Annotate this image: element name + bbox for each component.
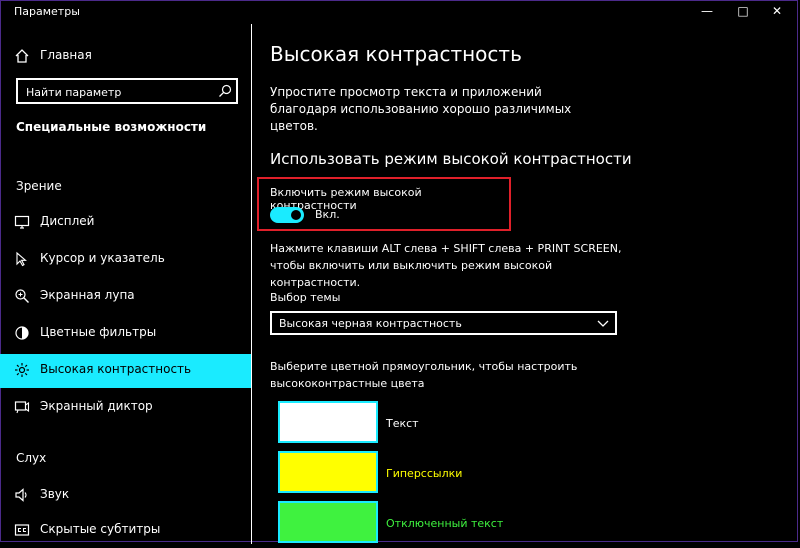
toggle-knob — [291, 210, 301, 220]
swatch-text[interactable] — [278, 401, 378, 443]
sidebar-item-label: Цветные фильтры — [40, 325, 157, 339]
search-box[interactable] — [16, 78, 238, 104]
sidebar-item-home[interactable]: Главная — [0, 44, 251, 70]
maximize-button[interactable]: □ — [733, 3, 753, 19]
swatch-label-hyperlinks: Гиперссылки — [386, 467, 463, 480]
cursor-icon — [16, 251, 27, 267]
high-contrast-toggle[interactable] — [270, 207, 304, 223]
page-title: Высокая контрастность — [270, 42, 522, 66]
close-button[interactable]: ✕ — [767, 3, 787, 19]
speaker-icon — [15, 488, 27, 502]
sidebar-item-cursor[interactable]: Курсор и указатель — [0, 243, 251, 277]
high-contrast-toggle-group: Включить режим высокой контрастности Вкл… — [257, 177, 511, 231]
sidebar-item-label: Экранный диктор — [40, 399, 153, 413]
page-description: Упростите просмотр текста и приложений б… — [270, 85, 572, 133]
sidebar-item-label: Главная — [40, 48, 92, 62]
theme-label: Выбор темы — [270, 291, 341, 304]
swatch-label-disabled-text: Отключенный текст — [386, 517, 504, 530]
sidebar-item-narrator[interactable]: Экранный диктор — [0, 391, 251, 425]
display-icon — [14, 215, 30, 229]
theme-select-value: Высокая черная контрастность — [279, 317, 462, 330]
color-hint: Выберите цветной прямоугольник, чтобы на… — [270, 360, 578, 390]
sidebar-item-label: Звук — [40, 487, 70, 501]
swatch-hyperlinks[interactable] — [278, 451, 378, 493]
sidebar: Главная Специальные возможности Зрение Д… — [0, 24, 252, 544]
swatch-label-text: Текст — [386, 417, 419, 430]
toggle-label: Включить режим высокой контрастности — [270, 186, 422, 212]
toggle-state: Вкл. — [315, 208, 340, 221]
sidebar-item-sound[interactable]: Звук — [0, 479, 251, 513]
high-contrast-icon — [15, 363, 29, 377]
window-title: Параметры — [14, 5, 80, 18]
sidebar-item-high-contrast[interactable]: Высокая контрастность — [0, 354, 251, 388]
minimize-button[interactable]: — — [697, 3, 717, 19]
narrator-icon — [14, 401, 30, 414]
title-bar: Параметры — □ ✕ — [0, 0, 800, 24]
chevron-down-icon — [597, 320, 609, 327]
sidebar-item-label: Высокая контрастность — [40, 362, 192, 376]
search-input[interactable] — [24, 82, 208, 102]
group-label-vision: Зрение — [16, 179, 62, 193]
sidebar-item-captions[interactable]: Скрытые субтитры — [0, 514, 251, 548]
sidebar-item-color-filters[interactable]: Цветные фильтры — [0, 317, 251, 351]
captions-icon — [14, 524, 30, 536]
search-icon[interactable] — [218, 84, 232, 98]
swatch-disabled-text[interactable] — [278, 501, 378, 543]
sidebar-item-label: Дисплей — [40, 214, 95, 228]
sidebar-item-label: Скрытые субтитры — [40, 522, 161, 536]
main-panel: Высокая контрастность Упростите просмотр… — [252, 24, 800, 544]
sidebar-item-magnifier[interactable]: Экранная лупа — [0, 280, 251, 314]
magnifier-icon — [15, 289, 29, 303]
shortcut-hint: Нажмите клавиши ALT слева + SHIFT слева … — [270, 242, 622, 289]
sidebar-item-label: Экранная лупа — [40, 288, 135, 302]
color-filter-icon — [15, 326, 29, 340]
home-icon — [15, 49, 29, 63]
category-title: Специальные возможности — [16, 120, 207, 134]
sidebar-item-display[interactable]: Дисплей — [0, 206, 251, 240]
sidebar-item-label: Курсор и указатель — [40, 251, 165, 265]
section-title: Использовать режим высокой контрастности — [270, 150, 632, 168]
group-label-hearing: Слух — [16, 451, 47, 465]
theme-select[interactable]: Высокая черная контрастность — [270, 311, 617, 335]
